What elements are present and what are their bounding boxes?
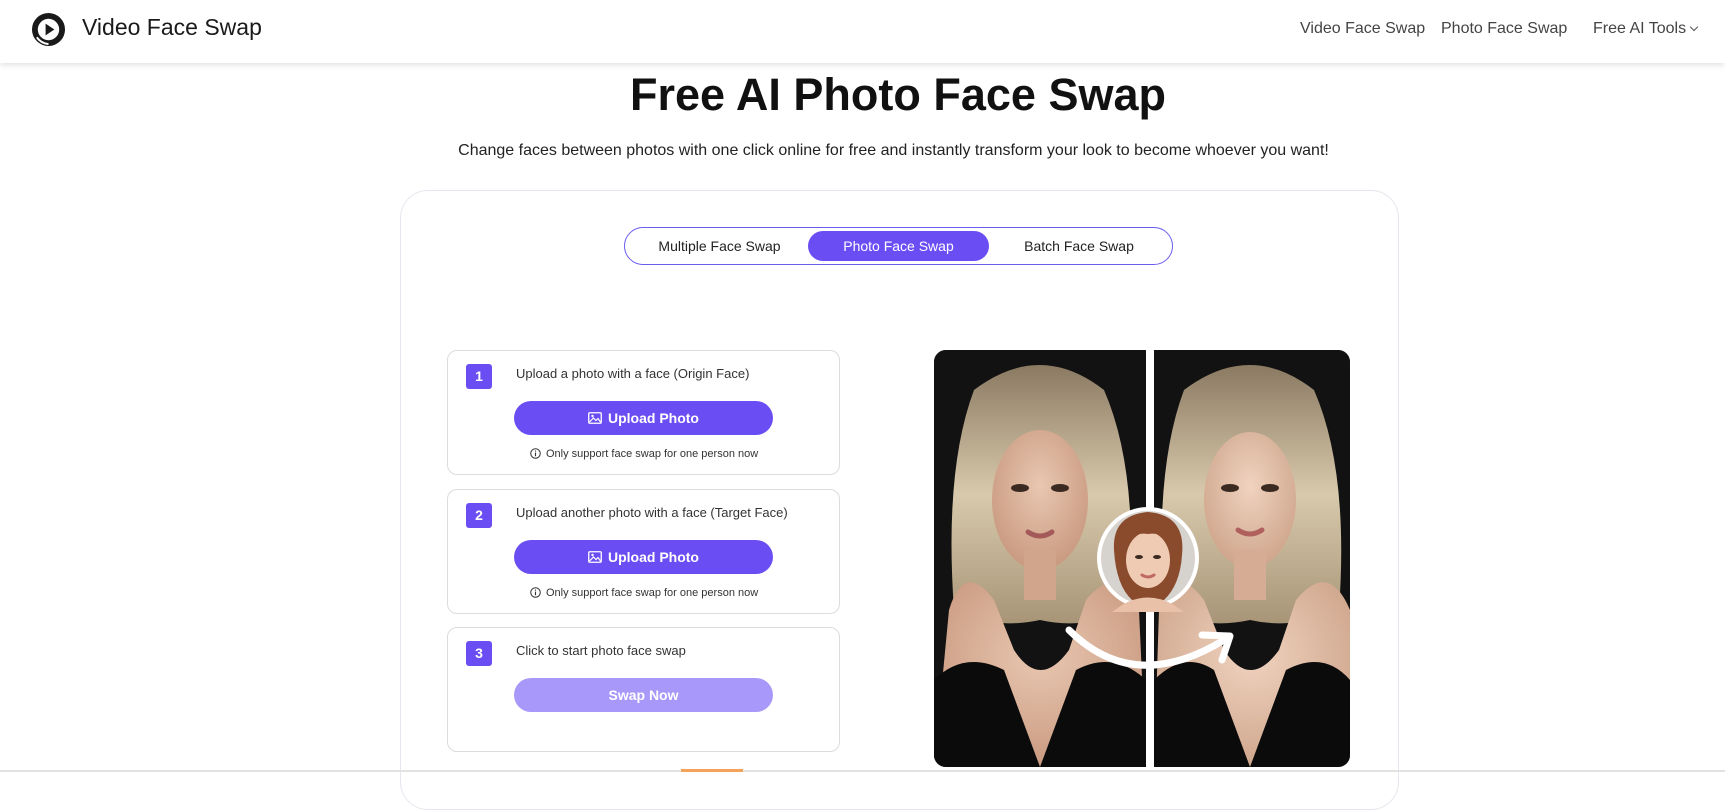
step-instruction: Upload a photo with a face (Origin Face) xyxy=(516,366,750,381)
info-icon xyxy=(530,447,541,459)
nav-free-ai-tools-label: Free AI Tools xyxy=(1593,20,1687,37)
nav-video-face-swap[interactable]: Video Face Swap xyxy=(1300,20,1425,38)
image-icon xyxy=(588,551,602,564)
info-icon xyxy=(530,586,541,598)
tab-photo-face-swap[interactable]: Photo Face Swap xyxy=(808,231,989,261)
step-target-face: 2 Upload another photo with a face (Targ… xyxy=(447,489,840,614)
preview-illustration xyxy=(934,350,1350,767)
support-note-text: Only support face swap for one person no… xyxy=(546,448,759,460)
step-instruction: Click to start photo face swap xyxy=(516,643,686,658)
step-instruction: Upload another photo with a face (Target… xyxy=(516,505,788,520)
upload-button-label: Upload Photo xyxy=(608,410,699,426)
page-title: Free AI Photo Face Swap xyxy=(630,69,1166,120)
nav-photo-face-swap[interactable]: Photo Face Swap xyxy=(1441,20,1567,38)
support-note-text: Only support face swap for one person no… xyxy=(546,587,759,599)
face-swap-preview-image xyxy=(934,350,1350,767)
step-swap: 3 Click to start photo face swap Swap No… xyxy=(447,627,840,752)
image-icon xyxy=(588,412,602,425)
nav-free-ai-tools[interactable]: Free AI Tools xyxy=(1593,20,1699,38)
tab-batch-face-swap[interactable]: Batch Face Swap xyxy=(989,231,1169,261)
step-number: 2 xyxy=(466,503,492,528)
step-number: 3 xyxy=(466,641,492,666)
step-origin-face: 1 Upload a photo with a face (Origin Fac… xyxy=(447,350,840,475)
mode-tabs: Multiple Face Swap Photo Face Swap Batch… xyxy=(624,227,1173,265)
top-header: Video Face Swap Video Face Swap Photo Fa… xyxy=(0,0,1725,63)
swap-now-button[interactable]: Swap Now xyxy=(514,678,773,712)
step-number: 1 xyxy=(466,364,492,389)
chevron-down-icon xyxy=(1689,22,1699,32)
support-note: Only support face swap for one person no… xyxy=(530,447,759,460)
upload-origin-photo-button[interactable]: Upload Photo xyxy=(514,401,773,435)
page-subtitle: Change faces between photos with one cli… xyxy=(458,142,1329,159)
brand-name[interactable]: Video Face Swap xyxy=(82,14,262,41)
upload-button-label: Upload Photo xyxy=(608,549,699,565)
upload-target-photo-button[interactable]: Upload Photo xyxy=(514,540,773,574)
tab-multiple-face-swap[interactable]: Multiple Face Swap xyxy=(629,231,810,261)
support-note: Only support face swap for one person no… xyxy=(530,586,759,599)
brand-logo-icon[interactable] xyxy=(31,12,66,47)
